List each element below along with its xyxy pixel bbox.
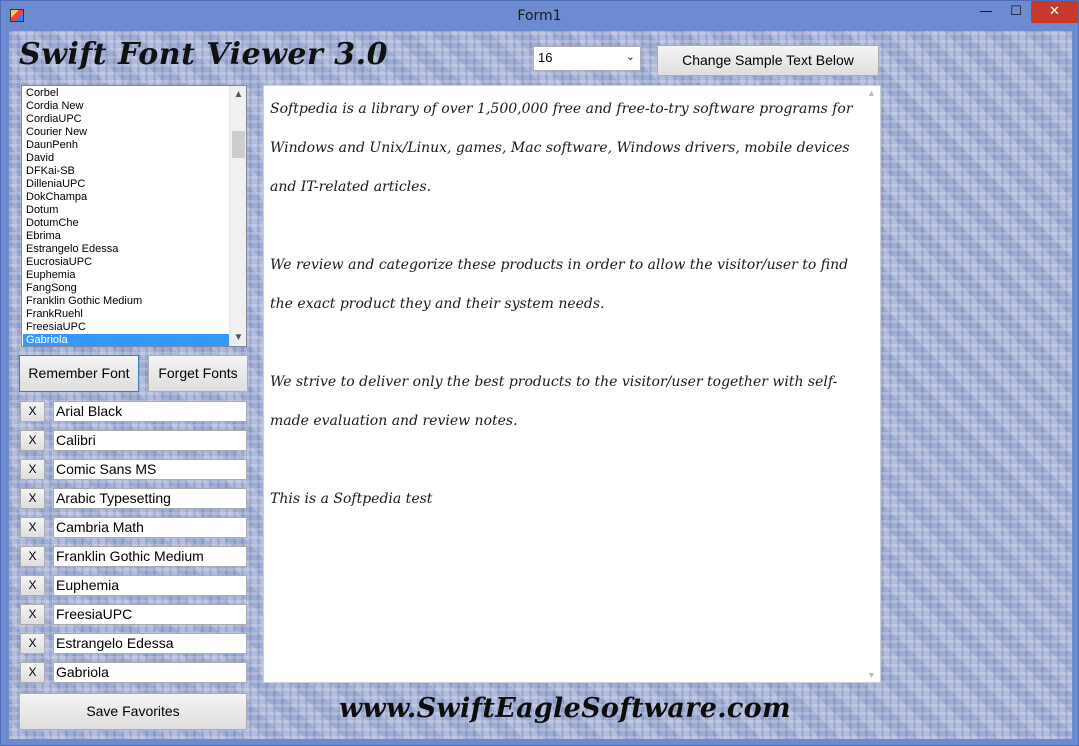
favorite-font-field[interactable]: Franklin Gothic Medium <box>53 546 247 567</box>
forget-fonts-button[interactable]: Forget Fonts <box>148 355 248 392</box>
font-list-item[interactable]: FangSong <box>23 282 229 295</box>
minimize-icon[interactable]: — <box>971 1 1001 23</box>
favorite-font-field[interactable]: Arial Black <box>53 401 247 422</box>
favorite-row: X Estrangelo Edessa <box>20 633 248 654</box>
scroll-down-icon[interactable]: ▼ <box>230 329 246 346</box>
favorite-row: X Euphemia <box>20 575 248 596</box>
font-list-item[interactable]: CordiaUPC <box>23 113 229 126</box>
website-link: www.SwiftEagleSoftware.com <box>339 693 791 724</box>
favorite-row: X Arabic Typesetting <box>20 488 248 509</box>
font-list-item[interactable]: FrankRuehl <box>23 308 229 321</box>
favorite-font-field[interactable]: Arabic Typesetting <box>53 488 247 509</box>
favorite-font-field[interactable]: Estrangelo Edessa <box>53 633 247 654</box>
font-size-select[interactable]: 16 ⌄ <box>533 46 641 71</box>
sample-paragraph: We review and categorize these products … <box>270 257 849 312</box>
app-title: Swift Font Viewer 3.0 <box>19 37 388 72</box>
remove-favorite-button[interactable]: X <box>20 604 45 625</box>
remove-favorite-button[interactable]: X <box>20 430 45 451</box>
sample-text-scrollbar[interactable]: ▲ ▼ <box>863 86 880 682</box>
window-title: Form1 <box>517 8 562 24</box>
font-list-item[interactable]: Franklin Gothic Medium <box>23 295 229 308</box>
font-list-item[interactable]: Gabriola <box>23 334 229 346</box>
maximize-icon[interactable]: ☐ <box>1001 1 1031 23</box>
font-list-item[interactable]: DilleniaUPC <box>23 178 229 191</box>
font-list-item[interactable]: Courier New <box>23 126 229 139</box>
remove-favorite-button[interactable]: X <box>20 633 45 654</box>
sample-text: Softpedia is a library of over 1,500,000… <box>270 90 858 519</box>
font-list-scrollbar[interactable]: ▲ ▼ <box>229 86 246 346</box>
change-sample-text-button[interactable]: Change Sample Text Below <box>657 45 879 76</box>
favorite-row: X Arial Black <box>20 401 248 422</box>
favorite-font-field[interactable]: Cambria Math <box>53 517 247 538</box>
favorite-font-field[interactable]: Calibri <box>53 430 247 451</box>
remove-favorite-button[interactable]: X <box>20 401 45 422</box>
scroll-thumb[interactable] <box>232 131 245 158</box>
remove-favorite-button[interactable]: X <box>20 517 45 538</box>
font-list-item[interactable]: DotumChe <box>23 217 229 230</box>
favorite-row: X Franklin Gothic Medium <box>20 546 248 567</box>
font-list-item[interactable]: Ebrima <box>23 230 229 243</box>
remove-favorite-button[interactable]: X <box>20 575 45 596</box>
font-list-item[interactable]: FreesiaUPC <box>23 321 229 334</box>
sample-paragraph: Softpedia is a library of over 1,500,000… <box>270 101 853 195</box>
remember-font-button[interactable]: Remember Font <box>19 355 139 392</box>
save-favorites-button[interactable]: Save Favorites <box>19 693 247 730</box>
favorite-row: X Cambria Math <box>20 517 248 538</box>
sample-paragraph: We strive to deliver only the best produ… <box>270 374 838 429</box>
font-list-item[interactable]: Estrangelo Edessa <box>23 243 229 256</box>
favorite-row: X Gabriola <box>20 662 248 683</box>
sample-paragraph: This is a Softpedia test <box>270 491 433 507</box>
client-area: Swift Font Viewer 3.0 16 ⌄ Change Sample… <box>9 31 1072 739</box>
font-list-item[interactable]: Euphemia <box>23 269 229 282</box>
favorite-font-field[interactable]: FreesiaUPC <box>53 604 247 625</box>
font-list-item[interactable]: Dotum <box>23 204 229 217</box>
favorite-font-field[interactable]: Euphemia <box>53 575 247 596</box>
font-list-item[interactable]: David <box>23 152 229 165</box>
font-list[interactable]: Corbel Cordia New CordiaUPC Courier New Daun… <box>21 85 247 347</box>
scroll-up-icon[interactable]: ▲ <box>230 86 246 103</box>
app-window: Form1 — ☐ ✕ Swift Font Viewer 3.0 16 ⌄ C… <box>0 0 1079 746</box>
favorite-row: X Comic Sans MS <box>20 459 248 480</box>
close-icon[interactable]: ✕ <box>1031 1 1078 23</box>
title-bar[interactable]: Form1 — ☐ ✕ <box>1 1 1078 31</box>
remove-favorite-button[interactable]: X <box>20 662 45 683</box>
favorite-font-field[interactable]: Comic Sans MS <box>53 459 247 480</box>
scroll-down-icon[interactable]: ▼ <box>863 670 880 680</box>
chevron-down-icon: ⌄ <box>625 51 635 63</box>
remove-favorite-button[interactable]: X <box>20 459 45 480</box>
favorite-row: X FreesiaUPC <box>20 604 248 625</box>
sample-text-area[interactable]: Softpedia is a library of over 1,500,000… <box>263 85 881 683</box>
font-list-item[interactable]: Cordia New <box>23 100 229 113</box>
font-size-value: 16 <box>538 50 553 65</box>
favorite-font-field[interactable]: Gabriola <box>53 662 247 683</box>
font-list-items: Corbel Cordia New CordiaUPC Courier New Daun… <box>23 87 229 346</box>
font-list-item[interactable]: DokChampa <box>23 191 229 204</box>
font-list-item[interactable]: Corbel <box>23 87 229 100</box>
font-list-item[interactable]: DaunPenh <box>23 139 229 152</box>
font-list-item[interactable]: DFKai-SB <box>23 165 229 178</box>
remove-favorite-button[interactable]: X <box>20 488 45 509</box>
scroll-up-icon[interactable]: ▲ <box>863 88 880 98</box>
font-list-item[interactable]: EucrosiaUPC <box>23 256 229 269</box>
favorite-row: X Calibri <box>20 430 248 451</box>
remove-favorite-button[interactable]: X <box>20 546 45 567</box>
